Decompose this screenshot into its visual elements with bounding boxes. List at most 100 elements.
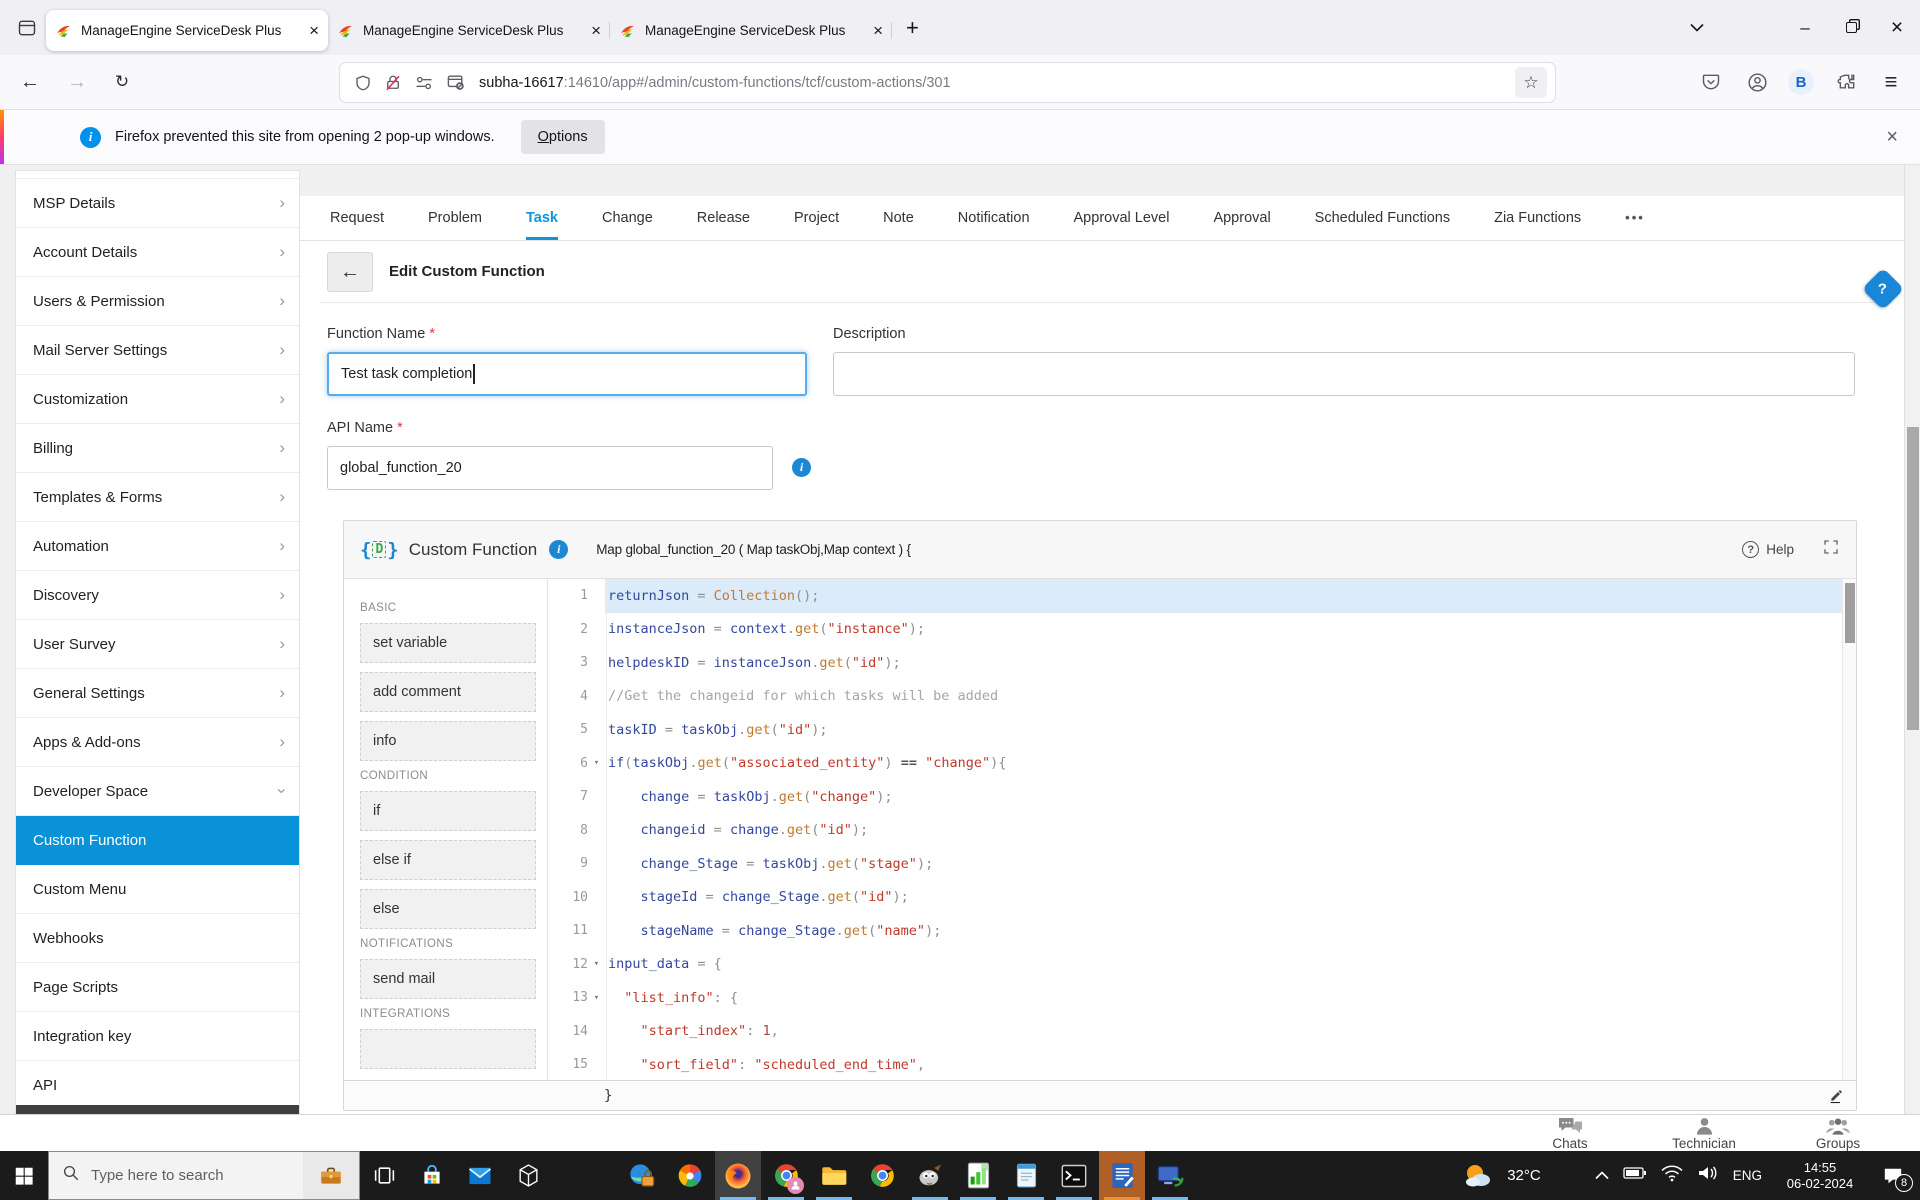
function-name-input[interactable]: Test task completion (327, 352, 807, 396)
chrome-icon[interactable] (859, 1151, 905, 1200)
menu-hamburger-icon[interactable]: ≡ (1874, 65, 1908, 99)
sidebar-item-customization[interactable]: Customization › (16, 375, 299, 424)
code-line[interactable]: 7 change = taskObj. get("change"); (548, 780, 1842, 814)
api-info-icon[interactable]: i (792, 458, 811, 477)
explorer-icon[interactable] (811, 1151, 857, 1200)
edge-lock-icon[interactable] (619, 1151, 665, 1200)
sidebar-item-account-details[interactable]: Account Details › (16, 228, 299, 277)
dock-item-technician[interactable]: Technician (1637, 1116, 1771, 1150)
volume-icon[interactable] (1697, 1165, 1719, 1186)
extensions-puzzle-icon[interactable] (1830, 65, 1864, 99)
viewer3d-icon[interactable] (505, 1151, 551, 1200)
bookmark-star-icon[interactable]: ☆ (1515, 67, 1547, 98)
code-line[interactable]: 2 instanceJson = context. get("instance"); (548, 613, 1842, 647)
dock-item-chats[interactable]: Chats (1503, 1116, 1637, 1150)
code-line[interactable]: 6 ▾ if(taskObj. get("associated_entity") ==… (548, 747, 1842, 781)
calc-icon[interactable] (955, 1151, 1001, 1200)
account-icon[interactable] (1740, 65, 1774, 99)
tab-notification[interactable]: Notification (958, 196, 1030, 240)
notification-center-icon[interactable]: 8 (1878, 1162, 1913, 1192)
tab-zia-functions[interactable]: Zia Functions (1494, 196, 1581, 240)
fullscreen-icon[interactable] (1822, 538, 1840, 561)
gimp-icon[interactable] (907, 1151, 953, 1200)
code-line[interactable]: 13 ▾ "list_info": { (548, 981, 1842, 1015)
browser-tab[interactable]: ManageEngine ServiceDesk Plus × (46, 10, 328, 51)
code-line[interactable]: 9 change_Stage = taskObj. get("stage"); (548, 847, 1842, 881)
code-line[interactable]: 1 returnJson = Collection (); (548, 579, 1842, 613)
permissions-icon[interactable] (414, 75, 434, 91)
sidebar-item-users-permission[interactable]: Users & Permission › (16, 277, 299, 326)
window-close-button[interactable]: × (1874, 0, 1920, 55)
dock-item-groups[interactable]: Groups (1771, 1116, 1905, 1150)
code-line[interactable]: 15 "sort_field": "scheduled_end_time", (548, 1048, 1842, 1080)
tab-task[interactable]: Task (526, 196, 558, 240)
code-line[interactable]: 12 ▾ input_data = { (548, 948, 1842, 982)
back-button-page[interactable]: ← (327, 252, 373, 292)
weather-icon[interactable] (1463, 1163, 1493, 1189)
pinwheel-icon[interactable] (667, 1151, 713, 1200)
wifi-icon[interactable] (1661, 1165, 1683, 1187)
code-line[interactable]: 4 //Get the changeid for which tasks will… (548, 680, 1842, 714)
palette-button-else[interactable]: else (360, 889, 536, 929)
code-line[interactable]: 11 stageName = change_Stage. get("name"); (548, 914, 1842, 948)
writer-icon[interactable] (1099, 1151, 1145, 1200)
browser-tab[interactable]: ManageEngine ServiceDesk Plus × (328, 10, 610, 51)
sidebar-item-automation[interactable]: Automation › (16, 522, 299, 571)
api-name-input[interactable] (327, 446, 773, 490)
tab-change[interactable]: Change (602, 196, 653, 240)
terminal-icon[interactable] (1051, 1151, 1097, 1200)
help-button[interactable]: ? Help (1742, 541, 1794, 558)
palette-button-send-mail[interactable]: send mail (360, 959, 536, 999)
search-highlight-briefcase-icon[interactable] (303, 1152, 359, 1199)
sidebar-item-apps-add-ons[interactable]: Apps & Add-ons › (16, 718, 299, 767)
description-input[interactable] (833, 352, 1855, 396)
sidebar-item-msp-details[interactable]: MSP Details › (16, 179, 299, 228)
notification-close-icon[interactable]: × (1886, 126, 1898, 149)
tab-close-icon[interactable]: × (591, 21, 601, 41)
code-line[interactable]: 5 taskID = taskObj. get("id"); (548, 713, 1842, 747)
url-bar[interactable]: subha-16617:14610/app#/admin/custom-func… (340, 63, 1555, 102)
sidebar-item-mail-server-settings[interactable]: Mail Server Settings › (16, 326, 299, 375)
code-area[interactable]: 1 returnJson = Collection (); 2 instanceJson… (548, 579, 1842, 1080)
window-restore-button[interactable] (1828, 0, 1874, 55)
site-popup-blocked-icon[interactable] (446, 73, 465, 92)
palette-button-partial[interactable] (360, 1029, 536, 1069)
tab-approval-level[interactable]: Approval Level (1074, 196, 1170, 240)
notepad-icon[interactable] (1003, 1151, 1049, 1200)
palette-button-set-variable[interactable]: set variable (360, 623, 536, 663)
sidebar-item-user-survey[interactable]: User Survey › (16, 620, 299, 669)
sidebar-item-custom-menu[interactable]: Custom Menu (16, 865, 299, 914)
sidebar-item-developer-space[interactable]: Developer Space › (16, 767, 299, 816)
sidebar-item-billing[interactable]: Billing › (16, 424, 299, 473)
tab-close-icon[interactable]: × (873, 21, 883, 41)
lock-blocked-icon[interactable] (384, 74, 402, 92)
palette-button-add-comment[interactable]: add comment (360, 672, 536, 712)
sidebar-item-api[interactable]: API (16, 1061, 299, 1105)
tab-overflow-menu[interactable]: ••• (1625, 196, 1645, 240)
firefox-icon[interactable] (715, 1151, 761, 1200)
taskbar-clock[interactable]: 14:55 06-02-2024 (1776, 1160, 1864, 1192)
shield-icon[interactable] (354, 74, 372, 92)
battery-icon[interactable] (1623, 1166, 1647, 1185)
tab-note[interactable]: Note (883, 196, 914, 240)
forward-button[interactable]: → (59, 64, 95, 100)
editor-scrollbar-thumb[interactable] (1845, 583, 1855, 643)
help-tab[interactable]: ? (1861, 267, 1905, 311)
firefox-view-icon[interactable] (8, 10, 46, 46)
back-button[interactable]: ← (12, 64, 48, 100)
edit-pencil-icon[interactable] (1828, 1088, 1844, 1104)
code-line[interactable]: 10 stageId = change_Stage. get("id"); (548, 881, 1842, 915)
temperature[interactable]: 32°C (1507, 1167, 1541, 1184)
sidebar-item-page-scripts[interactable]: Page Scripts (16, 963, 299, 1012)
store-icon[interactable] (409, 1151, 455, 1200)
tab-approval[interactable]: Approval (1213, 196, 1270, 240)
tab-scheduled-functions[interactable]: Scheduled Functions (1315, 196, 1450, 240)
sidebar-item-custom-function[interactable]: Custom Function (16, 816, 299, 865)
sidebar-item-integration-key[interactable]: Integration key (16, 1012, 299, 1061)
window-minimize-button[interactable]: – (1782, 0, 1828, 55)
palette-button-info[interactable]: info (360, 721, 536, 761)
code-line[interactable]: 8 changeid = change. get("id"); (548, 814, 1842, 848)
palette-button-else-if[interactable]: else if (360, 840, 536, 880)
remote-icon[interactable] (1147, 1151, 1193, 1200)
url-text[interactable]: subha-16617:14610/app#/admin/custom-func… (479, 75, 1515, 91)
